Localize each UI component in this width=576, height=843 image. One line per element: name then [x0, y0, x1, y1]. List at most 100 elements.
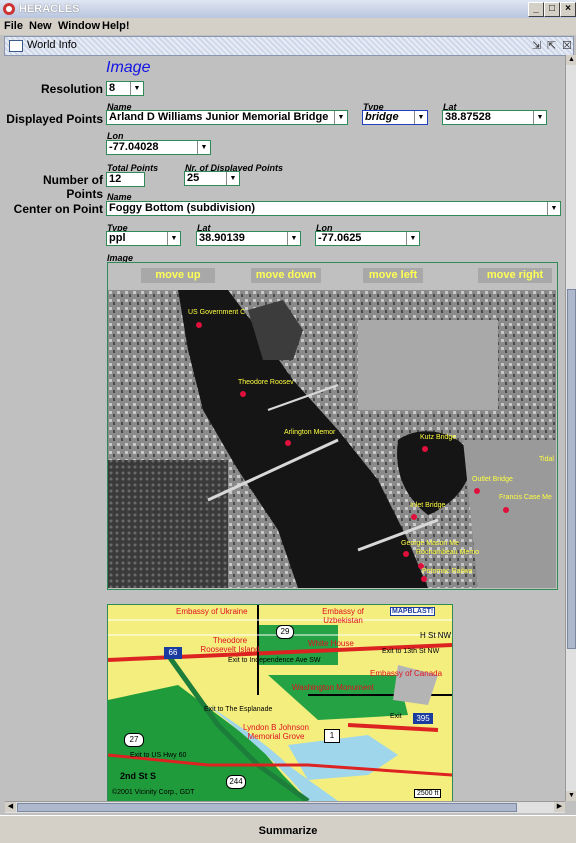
cp-name-combo[interactable]: Foggy Bottom (subdivision) ▼: [106, 201, 561, 216]
dp-name-value: Arland D Williams Junior Memorial Bridge: [109, 111, 329, 123]
maximize-button[interactable]: □: [544, 2, 560, 17]
dp-lat-value: 38.87528: [445, 111, 491, 123]
aerial-photo[interactable]: US Government C Theodore Roosev Arlingto…: [108, 290, 556, 588]
map-marker[interactable]: [403, 551, 409, 557]
cp-lat-value: 38.90139: [199, 232, 245, 244]
chevron-down-icon: ▼: [287, 232, 300, 245]
map-label: White House: [308, 639, 354, 648]
map-label: Embassy of Uzbekistan: [322, 607, 364, 625]
map-label: Embassy of Canada: [370, 669, 443, 678]
summarize-label: Summarize: [258, 825, 318, 837]
cp-lon-combo[interactable]: -77.0625 ▼: [315, 231, 420, 246]
photo-label: Theodore Roosev: [238, 379, 294, 386]
displayed-count-combo[interactable]: 25 ▼: [184, 171, 240, 186]
cp-lat-combo[interactable]: 38.90139 ▼: [196, 231, 301, 246]
chevron-down-icon: ▼: [414, 111, 427, 124]
chevron-down-icon: ▼: [226, 172, 239, 185]
horizontal-scroll-thumb[interactable]: [17, 803, 517, 812]
close-button[interactable]: ×: [560, 2, 576, 17]
frame-minimize-icon[interactable]: ⇲: [532, 39, 541, 52]
total-points-field[interactable]: 12: [106, 172, 145, 187]
route-shield-icon: 244: [226, 775, 246, 789]
dp-type-combo[interactable]: bridge ▼: [362, 110, 428, 125]
internal-frame-titlebar[interactable]: World Info ⇲ ⇱ ☒: [4, 36, 574, 56]
photo-label: Potomac Railwa: [422, 568, 473, 575]
photo-label: Inlet Bridge: [410, 502, 446, 509]
map-marker[interactable]: [422, 446, 428, 452]
map-label: H St NW: [420, 631, 452, 640]
dp-name-combo[interactable]: Arland D Williams Junior Memorial Bridge…: [106, 110, 348, 125]
summarize-button[interactable]: Summarize: [0, 815, 576, 843]
chevron-down-icon: ▼: [167, 232, 180, 245]
route-shield-icon: 27: [124, 733, 144, 747]
scroll-up-icon[interactable]: ▲: [566, 55, 576, 65]
number-of-points-label: Number of Points: [43, 173, 103, 201]
vertical-scrollbar[interactable]: ▲ ▼: [565, 55, 576, 801]
map-marker[interactable]: [196, 322, 202, 328]
menubar: File New Window Help!: [0, 18, 576, 35]
menu-help[interactable]: Help!: [102, 20, 130, 32]
map-label: Exit to The Esplanade: [204, 706, 273, 713]
photo-label: Outlet Bridge: [472, 476, 513, 483]
vertical-scroll-thumb[interactable]: [567, 289, 576, 649]
cp-type-combo[interactable]: ppl ▼: [106, 231, 181, 246]
menu-file[interactable]: File: [4, 20, 23, 32]
photo-label: Tidal: [539, 456, 554, 463]
scroll-down-icon[interactable]: ▼: [566, 791, 576, 801]
photo-label: Rochambeau Memo: [416, 549, 480, 556]
window-titlebar[interactable]: HERACLES _ □ ×: [0, 0, 576, 19]
resolution-combo[interactable]: 8 ▼: [106, 81, 144, 96]
section-heading: Image: [106, 59, 151, 76]
cp-name-value: Foggy Bottom (subdivision): [109, 202, 256, 214]
menu-window[interactable]: Window: [58, 20, 100, 32]
chevron-down-icon: ▼: [533, 111, 546, 124]
photo-label: Arlington Memor: [284, 429, 336, 436]
move-left-button[interactable]: move left: [363, 268, 423, 283]
map-marker[interactable]: [411, 514, 417, 520]
dp-lon-combo[interactable]: -77.04028 ▼: [106, 140, 211, 155]
map-marker[interactable]: [240, 391, 246, 397]
map-label: Exit to US Hwy 60: [130, 752, 187, 759]
map-label: Washington Monument: [292, 683, 374, 692]
menu-new[interactable]: New: [29, 20, 52, 32]
photo-label: Kutz Bridge: [420, 434, 457, 441]
interstate-shield-icon: 395: [413, 713, 433, 724]
photo-label: Francis Case Me: [499, 494, 552, 501]
street-map[interactable]: Embassy of Ukraine Embassy of Uzbekistan…: [107, 604, 453, 802]
map-marker[interactable]: [421, 576, 427, 582]
horizontal-scrollbar[interactable]: ◀ ▶: [5, 801, 565, 813]
map-marker[interactable]: [474, 488, 480, 494]
map-marker[interactable]: [285, 440, 291, 446]
photo-label: George Mason Me: [401, 540, 459, 547]
move-down-button[interactable]: move down: [251, 268, 321, 283]
scroll-right-icon[interactable]: ▶: [554, 802, 565, 812]
chevron-down-icon: ▼: [197, 141, 210, 154]
center-on-point-label: Center on Point: [13, 202, 103, 216]
dp-type-value: bridge: [365, 111, 399, 123]
displayed-count-value: 25: [187, 172, 200, 184]
dp-lat-combo[interactable]: 38.87528 ▼: [442, 110, 547, 125]
minimize-button[interactable]: _: [528, 2, 544, 17]
photo-label: US Government C: [188, 309, 246, 316]
map-marker[interactable]: [503, 507, 509, 513]
move-right-button[interactable]: move right: [478, 268, 552, 283]
aerial-photo-svg: [108, 290, 556, 588]
move-up-button[interactable]: move up: [141, 268, 215, 283]
chevron-down-icon: ▼: [334, 111, 347, 124]
map-label: Exit to Independence Ave SW: [228, 657, 321, 664]
map-scale: 2500 ft: [414, 789, 442, 798]
cp-lon-value: -77.0625: [318, 232, 362, 244]
displayed-points-label: Displayed Points: [6, 112, 103, 126]
chevron-down-icon: ▼: [547, 202, 560, 215]
frame-maximize-icon[interactable]: ⇱: [547, 39, 556, 52]
map-label: Lyndon B Johnson Memorial Grove: [243, 723, 309, 741]
map-label: Theodore Roosevelt Island: [200, 636, 260, 654]
map-label: Exit to 13th St NW: [382, 648, 440, 655]
internal-frame-title: World Info: [27, 39, 77, 51]
cp-type-value: ppl: [109, 232, 126, 244]
window-title: HERACLES: [19, 3, 80, 15]
map-label: Exit: [390, 713, 402, 720]
scroll-left-icon[interactable]: ◀: [5, 802, 16, 812]
frame-close-icon[interactable]: ☒: [562, 39, 572, 52]
chevron-down-icon: ▼: [130, 82, 143, 95]
